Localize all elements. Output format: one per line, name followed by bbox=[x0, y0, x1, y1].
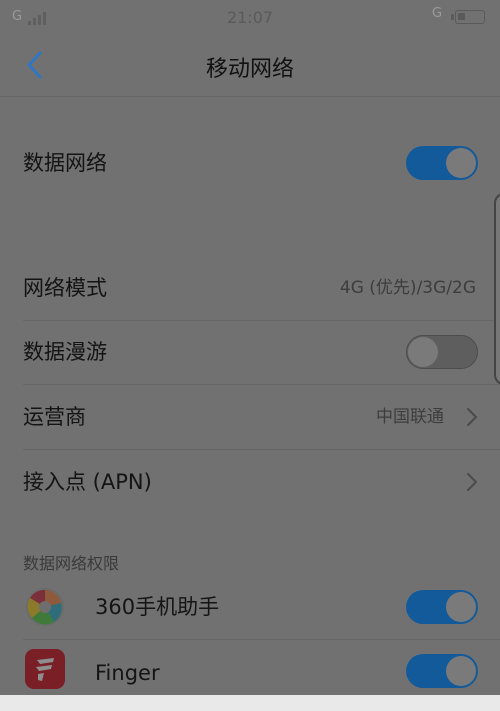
data-roaming-label: 数据漫游 bbox=[23, 340, 107, 364]
navigation-bar: 移动网络 bbox=[0, 36, 500, 97]
apn-row[interactable]: 接入点 (APN) bbox=[0, 450, 500, 514]
data-roaming-toggle[interactable] bbox=[406, 335, 478, 369]
finger-app-icon bbox=[25, 649, 65, 689]
chevron-right-icon bbox=[467, 473, 477, 491]
bottom-strip bbox=[0, 695, 500, 711]
edge-panel-handle[interactable] bbox=[494, 193, 500, 385]
network-mode-label: 网络模式 bbox=[23, 276, 107, 300]
360-assistant-icon bbox=[26, 588, 64, 626]
app-permission-row[interactable]: 360手机助手 bbox=[0, 574, 500, 640]
network-type-right: G bbox=[432, 6, 443, 21]
carrier-value: 中国联通 bbox=[376, 407, 444, 427]
data-network-toggle[interactable] bbox=[406, 146, 478, 180]
status-time: 21:07 bbox=[226, 8, 274, 27]
app-data-toggle[interactable] bbox=[406, 654, 478, 688]
data-network-row[interactable]: 数据网络 bbox=[0, 131, 500, 195]
page-title: 移动网络 bbox=[205, 57, 294, 82]
chevron-right-icon bbox=[467, 408, 477, 426]
network-mode-value: 4G (优先)/3G/2G bbox=[339, 278, 476, 298]
battery-icon bbox=[451, 10, 485, 24]
data-network-label: 数据网络 bbox=[23, 151, 107, 175]
network-mode-row[interactable]: 网络模式 4G (优先)/3G/2G bbox=[0, 256, 500, 320]
carrier-row[interactable]: 运营商 中国联通 bbox=[0, 385, 500, 449]
app-data-toggle[interactable] bbox=[406, 590, 478, 624]
status-bar: G 21:07 G bbox=[0, 0, 500, 36]
carrier-label: 运营商 bbox=[23, 405, 86, 429]
app-name: 360手机助手 bbox=[95, 595, 220, 619]
section-header: 数据网络权限 bbox=[23, 554, 120, 573]
apn-label: 接入点 (APN) bbox=[23, 470, 152, 494]
data-roaming-row[interactable]: 数据漫游 bbox=[0, 320, 500, 384]
